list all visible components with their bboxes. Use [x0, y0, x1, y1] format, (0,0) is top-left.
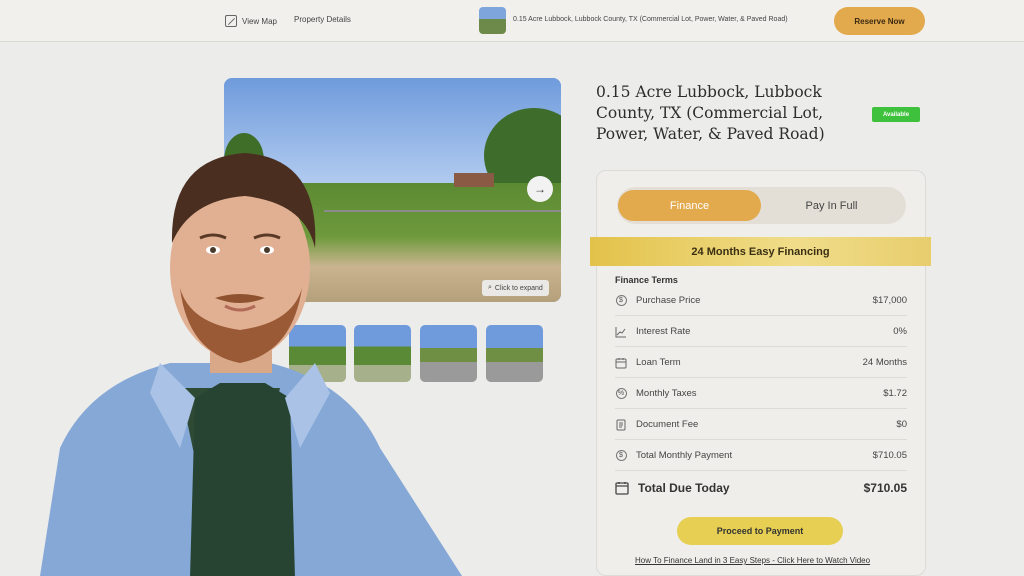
property-details-label: Property Details [294, 15, 351, 24]
property-details-link[interactable]: Property Details [294, 15, 351, 24]
term-value: $17,000 [872, 295, 907, 306]
property-title: 0.15 Acre Lubbock, Lubbock County, TX (C… [596, 83, 825, 143]
trend-chart-icon [615, 326, 627, 338]
finance-terms-heading: Finance Terms [615, 275, 678, 285]
term-value: 0% [893, 326, 907, 337]
presenter-video-overlay [40, 153, 462, 576]
calendar-icon [615, 357, 627, 369]
finance-video-link[interactable]: How To Finance Land in 3 Easy Steps - Cl… [635, 556, 870, 565]
map-icon [225, 15, 237, 27]
dollar-circle-icon: $ [615, 295, 627, 307]
document-icon [615, 419, 627, 431]
term-row-total-monthly-payment: $ Total Monthly Payment $710.05 [615, 441, 907, 471]
term-row-loan-term: Loan Term 24 Months [615, 348, 907, 378]
tab-pay-in-full[interactable]: Pay In Full [760, 190, 903, 221]
expand-photo-button[interactable]: ⌕ Click to expand [482, 280, 549, 296]
next-photo-button[interactable]: → [527, 176, 553, 202]
total-value: $710.05 [863, 481, 907, 495]
view-map-link[interactable]: View Map [225, 15, 277, 27]
term-row-monthly-taxes: % Monthly Taxes $1.72 [615, 379, 907, 409]
dollar-circle-icon: $ [615, 450, 627, 462]
photo-thumbnail[interactable] [486, 325, 543, 382]
proceed-to-payment-button[interactable]: Proceed to Payment [677, 517, 843, 545]
header-listing-thumbnail [479, 7, 506, 34]
term-value: $0 [896, 419, 907, 430]
term-value: $710.05 [872, 450, 907, 461]
term-label: Purchase Price [636, 295, 701, 306]
term-label: Loan Term [636, 357, 681, 368]
status-badge: Available [872, 107, 920, 122]
calendar-check-icon [615, 481, 629, 495]
term-label: Interest Rate [636, 326, 691, 337]
reserve-now-button[interactable]: Reserve Now [834, 7, 925, 35]
term-row-interest-rate: Interest Rate 0% [615, 317, 907, 347]
term-row-document-fee: Document Fee $0 [615, 410, 907, 440]
arrow-right-icon: → [534, 182, 546, 196]
total-due-today-row: Total Due Today $710.05 [615, 473, 907, 503]
tab-finance[interactable]: Finance [618, 190, 761, 221]
total-label: Total Due Today [638, 481, 730, 495]
term-label: Total Monthly Payment [636, 450, 733, 461]
term-label: Monthly Taxes [636, 388, 697, 399]
percent-circle-icon: % [615, 388, 627, 400]
header-listing-title: 0.15 Acre Lubbock, Lubbock County, TX (C… [513, 16, 788, 23]
term-label: Document Fee [636, 419, 699, 430]
term-value: 24 Months [862, 357, 907, 368]
expand-label: Click to expand [494, 284, 543, 292]
term-row-purchase-price: $ Purchase Price $17,000 [615, 286, 907, 316]
zoom-icon: ⌕ [488, 284, 492, 291]
financing-banner: 24 Months Easy Financing [590, 237, 931, 266]
term-value: $1.72 [883, 388, 907, 399]
view-map-label: View Map [242, 16, 277, 26]
